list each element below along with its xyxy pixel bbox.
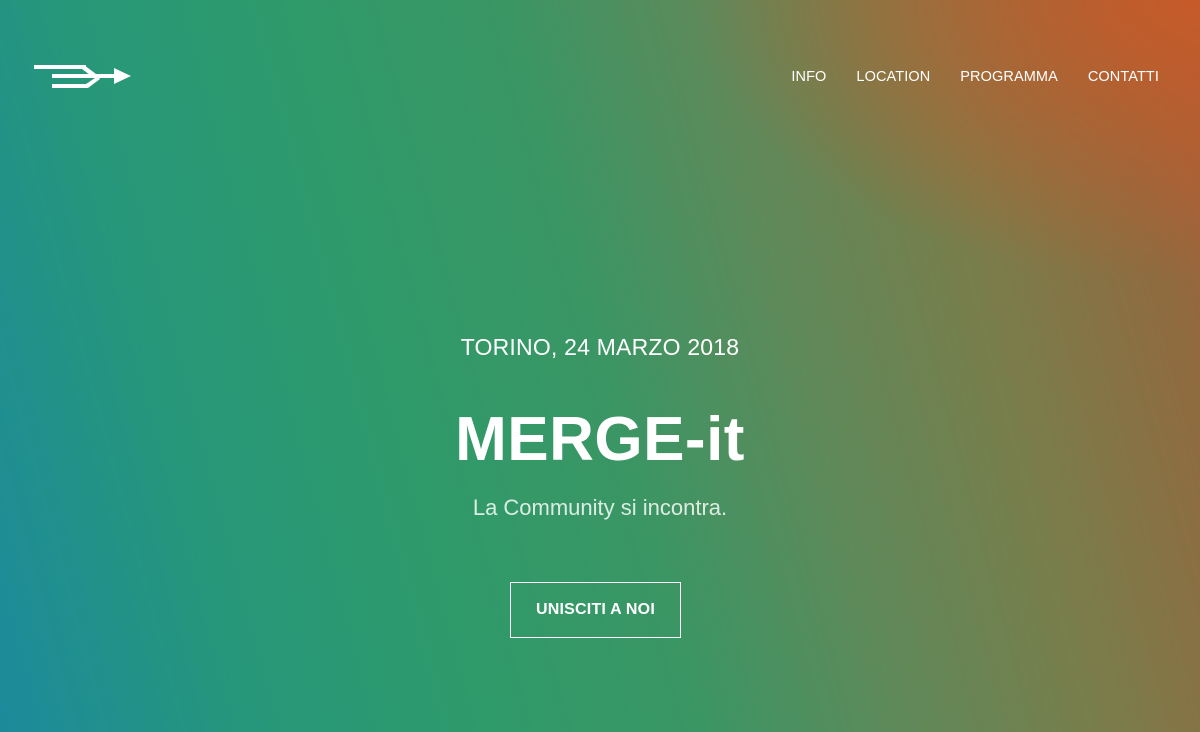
hero-section: INFO LOCATION PROGRAMMA CONTATTI TORINO,… [0,0,1200,732]
nav-item-location[interactable]: LOCATION [856,69,930,85]
nav-item-programma[interactable]: PROGRAMMA [960,69,1058,85]
join-us-button[interactable]: UNISCITI A NOI [510,582,681,638]
nav-item-info[interactable]: INFO [791,69,826,85]
hero-subtitle: La Community si incontra. [472,495,728,520]
merge-arrows-icon[interactable] [34,64,132,90]
page-title: MERGE-it [455,405,745,474]
nav-item-contatti[interactable]: CONTATTI [1088,69,1159,85]
main-nav: INFO LOCATION PROGRAMMA CONTATTI [791,69,1159,85]
event-dateline: TORINO, 24 MARZO 2018 [460,334,740,360]
